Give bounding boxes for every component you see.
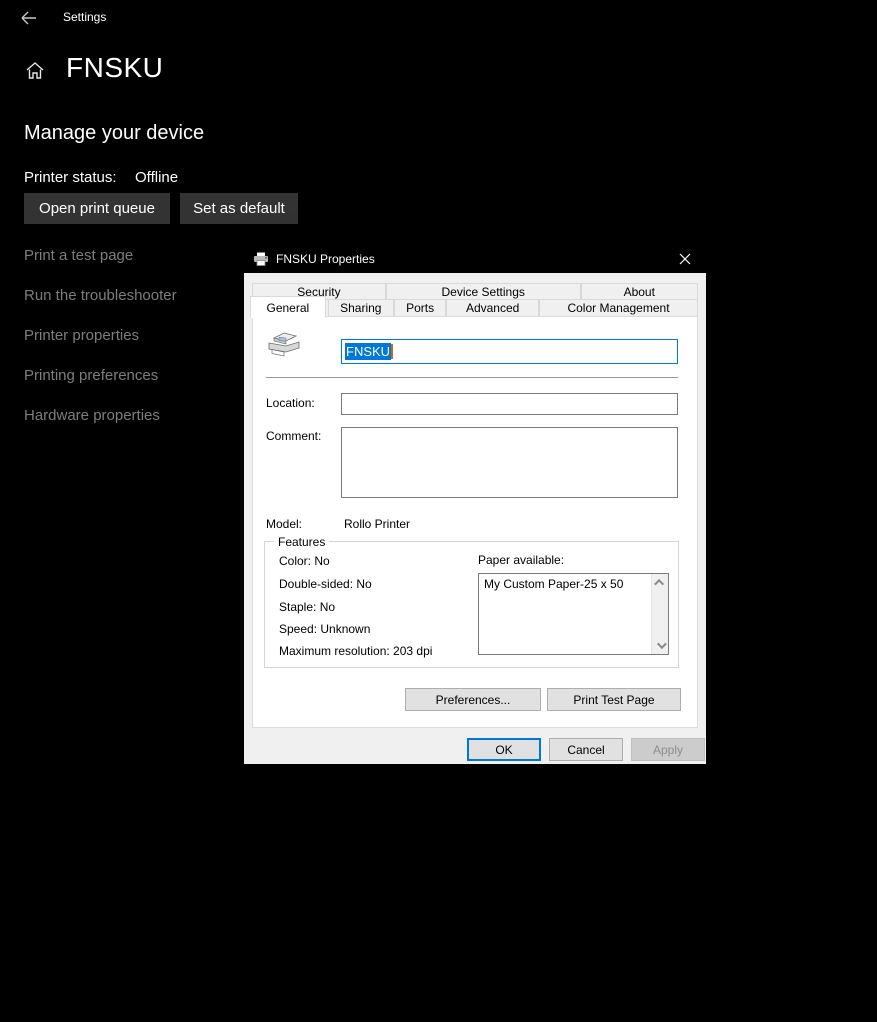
printer-icon-large xyxy=(266,331,302,362)
section-heading: Manage your device xyxy=(24,122,204,145)
printer-icon xyxy=(253,252,269,266)
link-printing-preferences[interactable]: Printing preferences xyxy=(24,367,158,384)
printer-status-label: Printer status: xyxy=(24,169,117,186)
comment-input[interactable] xyxy=(341,427,678,498)
tab-general[interactable]: General xyxy=(250,296,326,318)
tab-sharing[interactable]: Sharing xyxy=(328,299,394,317)
model-label: Model: xyxy=(266,517,302,531)
feature-staple: Staple: No xyxy=(279,600,335,614)
ok-button[interactable]: OK xyxy=(467,738,541,761)
link-run-troubleshooter[interactable]: Run the troubleshooter xyxy=(24,287,177,304)
printer-name-input[interactable]: FNSKU xyxy=(341,339,678,364)
scroll-up-button[interactable] xyxy=(652,574,669,591)
paper-available-label: Paper available: xyxy=(478,553,564,567)
printer-properties-dialog: FNSKU Properties Security Device Setting… xyxy=(243,243,707,765)
home-icon xyxy=(25,61,45,85)
tab-strip: Security Device Settings About General S… xyxy=(252,283,698,317)
tab-about[interactable]: About xyxy=(581,283,698,300)
back-arrow-icon xyxy=(20,10,37,26)
separator xyxy=(266,377,678,378)
printer-status-value: Offline xyxy=(135,169,178,186)
open-print-queue-button[interactable]: Open print queue xyxy=(24,193,170,224)
close-icon xyxy=(679,253,691,265)
feature-double-sided: Double-sided: No xyxy=(279,577,372,591)
link-hardware-properties[interactable]: Hardware properties xyxy=(24,407,160,424)
paper-list-item[interactable]: My Custom Paper-25 x 50 xyxy=(479,574,668,594)
scroll-down-button[interactable] xyxy=(652,637,669,654)
back-button[interactable] xyxy=(16,6,40,30)
tab-ports[interactable]: Ports xyxy=(394,299,446,317)
tab-color-management[interactable]: Color Management xyxy=(539,299,698,317)
tab-device-settings[interactable]: Device Settings xyxy=(386,283,581,300)
location-input[interactable] xyxy=(341,393,678,415)
chevron-up-icon xyxy=(654,579,664,589)
link-print-test-page[interactable]: Print a test page xyxy=(24,247,133,264)
feature-color: Color: No xyxy=(279,554,330,568)
close-button[interactable] xyxy=(664,244,706,273)
link-printer-properties[interactable]: Printer properties xyxy=(24,327,139,344)
tab-advanced[interactable]: Advanced xyxy=(446,299,539,317)
scrollbar[interactable] xyxy=(651,574,668,654)
dialog-titlebar: FNSKU Properties xyxy=(244,244,706,273)
preferences-button[interactable]: Preferences... xyxy=(405,688,541,711)
text-caret xyxy=(391,344,393,359)
paper-available-listbox[interactable]: My Custom Paper-25 x 50 xyxy=(478,573,669,655)
print-test-page-button[interactable]: Print Test Page xyxy=(547,688,681,711)
chevron-down-icon xyxy=(657,639,667,649)
page-title: FNSKU xyxy=(66,52,163,84)
selected-text: FNSKU xyxy=(345,343,391,360)
comment-label: Comment: xyxy=(266,429,321,443)
features-groupbox: Features Color: No Double-sided: No Stap… xyxy=(264,541,679,668)
feature-max-resolution: Maximum resolution: 203 dpi xyxy=(279,644,432,658)
set-as-default-button[interactable]: Set as default xyxy=(180,193,298,224)
app-title: Settings xyxy=(63,10,106,24)
general-tab-page: FNSKU Location: Comment: Model: Rollo Pr… xyxy=(252,316,698,728)
location-label: Location: xyxy=(266,396,315,410)
dialog-title: FNSKU Properties xyxy=(276,252,664,266)
features-legend: Features xyxy=(274,535,329,549)
model-value: Rollo Printer xyxy=(344,517,410,531)
feature-speed: Speed: Unknown xyxy=(279,622,370,636)
cancel-button[interactable]: Cancel xyxy=(549,738,623,761)
apply-button[interactable]: Apply xyxy=(631,738,705,761)
